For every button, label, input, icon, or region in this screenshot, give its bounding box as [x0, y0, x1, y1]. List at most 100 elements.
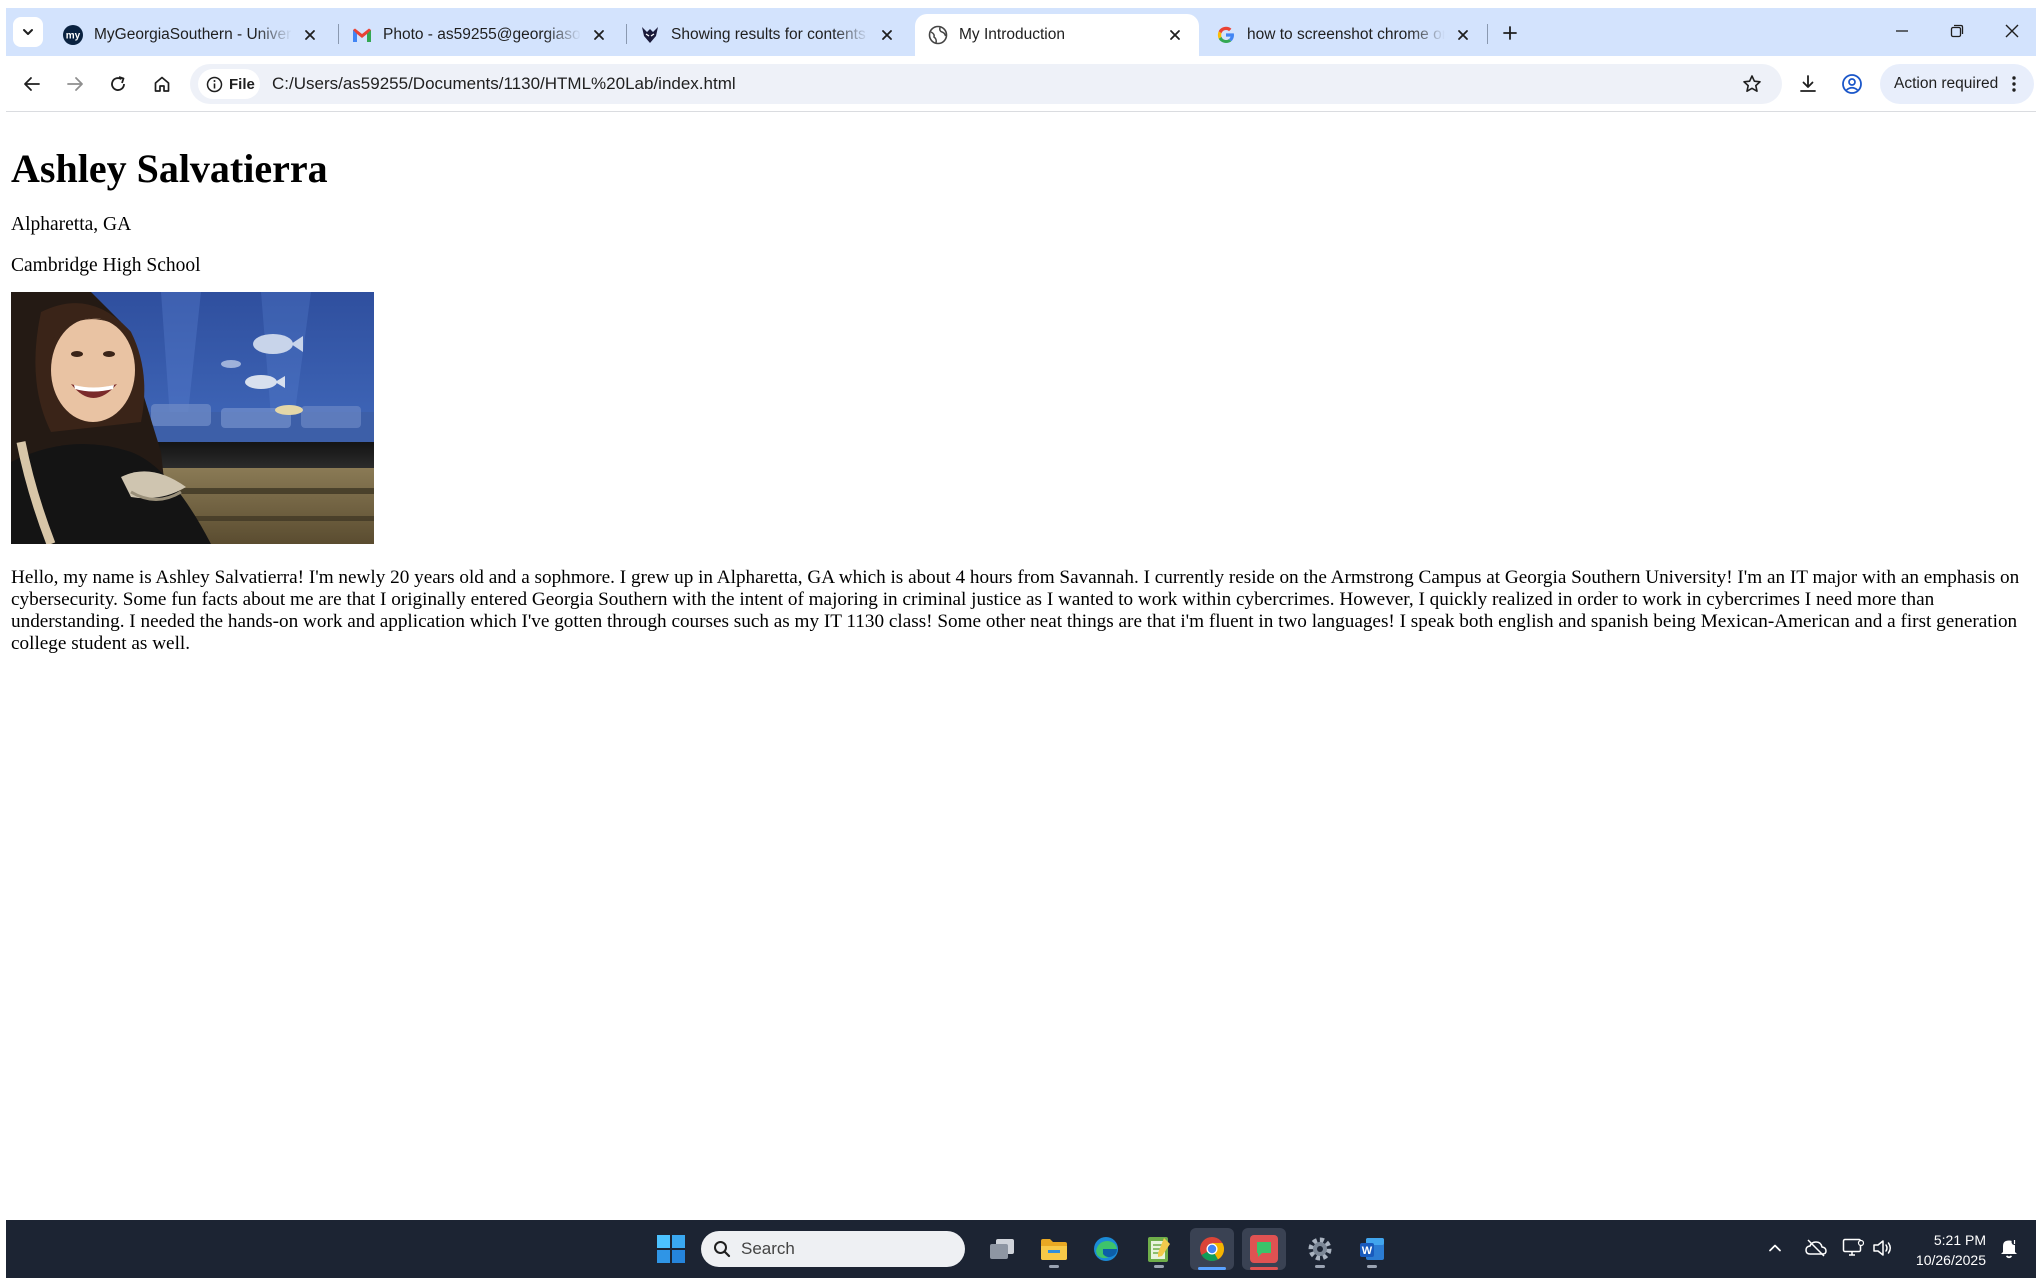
profile-button[interactable]: [1836, 68, 1868, 100]
bell-icon: [2001, 1239, 2018, 1259]
search-placeholder: Search: [741, 1239, 795, 1258]
tray-overflow-button[interactable]: [1764, 1237, 1786, 1259]
network-icon: [1842, 1238, 1864, 1256]
running-indicator: [1154, 1265, 1164, 1268]
running-indicator: [1315, 1265, 1325, 1268]
search-icon: [714, 1241, 731, 1258]
svg-text:W: W: [1362, 1245, 1373, 1257]
chat-app-button[interactable]: [1242, 1228, 1286, 1270]
bookmark-star-button[interactable]: [1740, 72, 1764, 96]
wolf-icon: [639, 24, 661, 46]
task-view-icon: [990, 1239, 1014, 1259]
minimize-icon: [1896, 30, 1908, 32]
chrome-button[interactable]: [1190, 1228, 1234, 1270]
clock-time: 5:21 PM: [1933, 1232, 1986, 1248]
google-icon: [1215, 24, 1237, 46]
star-icon: [1743, 75, 1761, 92]
edge-icon: [1094, 1237, 1118, 1261]
download-icon: [1800, 75, 1816, 92]
tab-mygeorgiasouthern[interactable]: my MyGeorgiaSouthern - University: [50, 14, 334, 56]
tray-status-button[interactable]: [1805, 1237, 1827, 1259]
clock[interactable]: 5:21 PM 10/26/2025: [1906, 1230, 1986, 1270]
tab-gmail[interactable]: Photo - as59255@georgiasouthern: [339, 14, 623, 56]
web-page: Ashley Salvatierra Alpharetta, GA Cambri…: [6, 113, 2036, 1227]
tab-my-introduction[interactable]: My Introduction: [915, 14, 1199, 56]
home-button[interactable]: [146, 68, 178, 100]
taskbar: Search W 5:21 PM 10/26/2025: [6, 1220, 2036, 1278]
word-icon: W: [1360, 1238, 1384, 1260]
minimize-button[interactable]: [1876, 14, 1928, 48]
close-icon: [2005, 24, 2019, 38]
globe-icon: [927, 24, 949, 46]
close-icon[interactable]: [1453, 25, 1473, 45]
url-text[interactable]: C:/Users/as59255/Documents/1130/HTML%20L…: [272, 64, 736, 104]
tab-strip: my MyGeorgiaSouthern - University Photo …: [6, 8, 2036, 56]
tab-search-button[interactable]: [13, 17, 43, 47]
svg-text:my: my: [66, 31, 81, 42]
gear-icon: [1308, 1237, 1332, 1261]
tab-separator: [1487, 24, 1488, 44]
bio-paragraph: Hello, my name is Ashley Salvatierra! I'…: [11, 567, 2020, 654]
windows-icon: [657, 1235, 685, 1263]
info-icon: [206, 76, 223, 92]
tab-title: Showing results for contents of: [671, 26, 869, 43]
close-icon[interactable]: [1165, 25, 1185, 45]
close-icon[interactable]: [877, 25, 897, 45]
network-button[interactable]: [1842, 1237, 1864, 1259]
close-icon[interactable]: [300, 25, 320, 45]
action-required-label: Action required: [1894, 75, 1999, 92]
restore-icon: [1950, 24, 1964, 38]
word-button[interactable]: W: [1350, 1228, 1394, 1270]
volume-button[interactable]: [1872, 1237, 1894, 1259]
site-info-chip[interactable]: File: [198, 69, 260, 99]
home-icon: [154, 76, 170, 92]
profile-icon: [1842, 74, 1862, 94]
taskbar-search[interactable]: Search: [701, 1231, 965, 1267]
restore-button[interactable]: [1931, 14, 1983, 48]
reload-button[interactable]: [102, 68, 134, 100]
tab-title: Photo - as59255@georgiasouthern: [383, 26, 581, 43]
folder-icon: [1041, 1239, 1067, 1260]
back-button[interactable]: [16, 68, 48, 100]
new-tab-button[interactable]: [1498, 21, 1522, 45]
plus-icon: [1503, 26, 1517, 40]
tab-google-search[interactable]: how to screenshot chrome on c: [1203, 14, 1487, 56]
profile-photo: [11, 292, 374, 544]
tab-title: My Introduction: [959, 26, 1065, 43]
forward-button[interactable]: [59, 68, 91, 100]
arrow-right-icon: [67, 77, 83, 91]
running-indicator: [1049, 1265, 1059, 1268]
clock-date: 10/26/2025: [1915, 1252, 1986, 1268]
action-required-button[interactable]: Action required: [1880, 64, 2034, 104]
file-explorer-button[interactable]: [1032, 1228, 1076, 1270]
more-menu-icon[interactable]: [2004, 73, 2024, 95]
task-view-button[interactable]: [980, 1228, 1024, 1270]
downloads-button[interactable]: [1792, 68, 1824, 100]
location-text: Alpharetta, GA: [11, 214, 132, 235]
start-button[interactable]: [656, 1234, 686, 1269]
settings-button[interactable]: [1298, 1228, 1342, 1270]
site-chip-label: File: [229, 75, 255, 93]
arrow-left-icon: [24, 77, 40, 91]
mygeorgiasouthern-icon: my: [62, 24, 84, 46]
tab-search-results[interactable]: Showing results for contents of: [627, 14, 911, 56]
notifications-button[interactable]: [1998, 1237, 2020, 1259]
chat-icon: [1250, 1235, 1278, 1263]
chrome-icon: [1200, 1237, 1225, 1262]
gmail-icon: [351, 24, 373, 46]
notepad-button[interactable]: [1137, 1228, 1181, 1270]
speaker-icon: [1873, 1240, 1891, 1256]
close-window-button[interactable]: [1986, 14, 2038, 48]
active-indicator: [1250, 1267, 1278, 1270]
notepad-icon: [1148, 1237, 1170, 1262]
close-icon[interactable]: [589, 25, 609, 45]
tab-title: MyGeorgiaSouthern - University: [94, 26, 292, 43]
active-indicator: [1198, 1267, 1226, 1270]
school-text: Cambridge High School: [11, 255, 201, 276]
chevron-down-icon: [23, 29, 33, 35]
cloud-offline-icon: [1805, 1239, 1827, 1257]
tab-title: how to screenshot chrome on c: [1247, 26, 1445, 43]
address-bar[interactable]: File C:/Users/as59255/Documents/1130/HTM…: [190, 64, 1782, 104]
toolbar: File C:/Users/as59255/Documents/1130/HTM…: [6, 56, 2036, 112]
edge-button[interactable]: [1084, 1228, 1128, 1270]
